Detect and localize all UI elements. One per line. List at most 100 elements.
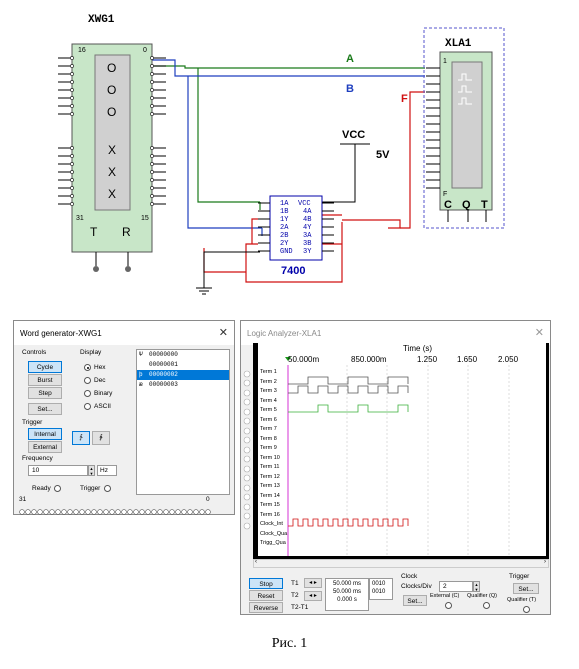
chip-pin-1a: 1A [280,200,289,208]
chip-pin-4a: 4A [303,208,312,216]
word-value: 00000000 [149,351,178,358]
trigger-set-button[interactable]: Set... [513,583,539,594]
clocks-div-spinner[interactable]: ▲ ▼ [473,581,480,592]
reverse-button[interactable]: Reverse [249,602,283,613]
term-label: Term 16 [260,512,280,518]
term-label: Term 15 [260,502,280,508]
wire-a-label: A [346,53,354,65]
close-icon[interactable]: ✕ [219,326,228,339]
bit-indicators [19,503,214,515]
scroll-right-icon[interactable]: › [544,559,546,565]
external-button[interactable]: External [28,441,62,453]
ascii-radio[interactable] [84,403,91,410]
xwg-label: XWG1 [88,14,115,26]
term-label: Term 8 [260,436,277,442]
dec-radio[interactable] [84,377,91,384]
xla-device[interactable]: 1 F C Q T [423,27,505,229]
xla-t-label: T [481,199,488,211]
tick-label: 850.000m [351,355,387,364]
term-label: Clock_Qua [260,531,288,537]
term-label: Term 10 [260,455,280,461]
term-label: Term 4 [260,398,277,404]
stop-button[interactable]: Stop [249,578,283,589]
external-c-label: External (C) [430,593,460,599]
cycle-button[interactable]: Cycle [28,361,62,373]
reset-button[interactable]: Reset [249,590,283,601]
set-button[interactable]: Set... [28,403,62,415]
external-c-indicator [445,602,452,609]
5v-label: 5V [376,149,390,161]
chip-pin-2a: 2A [280,224,289,232]
qualifier-q-indicator [483,602,490,609]
xwg-x-label: X [108,165,116,179]
xwg-o-label: O [107,61,116,75]
qualifier-q-label: Qualifier (Q) [467,593,497,599]
word-row[interactable]: 00000001 [137,360,229,370]
t1-arrows[interactable]: ◂ ▸ [304,578,322,588]
term-label: Term 2 [260,379,277,385]
waveform-display[interactable]: Time (s) 50.000m 850.000m 1.250 1.650 2.… [253,343,549,559]
t2-t1-value: 0.000 s [337,597,357,603]
cursor-hex-readout: 0010 0010 [369,578,393,600]
xwg-pin-0-label: 0 [143,47,147,54]
xla-pin-1-label: 1 [443,58,447,65]
xwg-pin-31-label: 31 [76,215,84,222]
hex-radio[interactable] [84,364,91,371]
circuit-schematic: VCC 5V A B F XWG1 16 0 31 15 O O O X X X… [58,14,505,295]
xwg-pin-15-label: 15 [141,215,149,222]
xwg-x-label: X [108,187,116,201]
tick-label: 50.000m [288,355,319,364]
term-radio-column [242,345,252,565]
word-value: 00000001 [149,361,178,368]
tick-label: 1.250 [417,355,438,364]
falling-edge-button[interactable]: ∲ [92,431,110,445]
chip-pin-3a: 3A [303,232,312,240]
t1-value: 50.000 ms [332,581,362,587]
term-label: Clock_Int [260,521,283,527]
frequency-spinner[interactable]: ▲ ▼ [88,465,95,476]
t2-value: 50.000 ms [332,589,362,595]
word-row[interactable]: Ψ 00000000 [137,350,229,360]
binary-label: Binary [94,390,113,397]
clock-set-button[interactable]: Set... [403,595,427,606]
chip-name-label: 7400 [281,265,305,277]
horizontal-scrollbar[interactable]: ‹ › [253,559,549,568]
burst-button[interactable]: Burst [28,374,62,386]
frequency-unit[interactable]: Hz [97,465,117,476]
clocks-div-input[interactable]: 2 [439,581,473,592]
time-axis-label: Time (s) [403,344,432,353]
word-row[interactable]: æ 00000003 [137,380,229,390]
t2-t1-label: T2-T1 [291,604,309,611]
bit-31-label: 31 [19,496,27,503]
qualifier-t-indicator [523,606,530,613]
word-list[interactable]: Ψ 00000000 00000001 þ 00000002 æ 00000003 [136,349,230,495]
rising-edge-button[interactable]: ∱ [72,431,90,445]
display-label: Display [80,349,102,356]
logic-analyzer-window: Logic Analyzer-XLA1 ✕ Time (s) 50.000m 8… [240,320,551,615]
chip-pin-vcc: VCC [298,200,311,208]
chip-pin-1y: 1Y [280,216,289,224]
frequency-input[interactable]: 10 [28,465,88,476]
xla-c-label: C [444,199,452,211]
step-button[interactable]: Step [28,387,62,399]
bit-0-label: 0 [206,496,210,503]
ic-7400[interactable]: 1A 1B 1Y 2A 2B 2Y GND VCC 4A 4B 4Y 3A 3B… [258,195,334,277]
term-label: Term 12 [260,474,280,480]
xwg-device[interactable]: 16 0 31 15 O O O X X X T R [58,43,166,272]
xla-pin-f-label: F [443,191,447,198]
hex-label: Hex [94,364,106,371]
scroll-left-icon[interactable]: ‹ [255,559,257,565]
term-label: Term 14 [260,493,280,499]
wire-f-label: F [401,93,408,105]
close-icon[interactable]: ✕ [535,326,544,339]
word-value: 00000003 [149,381,178,388]
t2-arrows[interactable]: ◂ ▸ [304,591,322,601]
window-title: Word generator-XWG1 [20,328,102,338]
internal-button[interactable]: Internal [28,428,62,440]
binary-radio[interactable] [84,390,91,397]
wire-b-label: B [346,83,354,95]
waveform-svg: Time (s) 50.000m 850.000m 1.250 1.650 2.… [258,343,546,556]
word-row-selected[interactable]: þ 00000002 [137,370,229,380]
t1-hex: 0010 [372,581,386,587]
chip-pin-4y: 4Y [303,224,312,232]
